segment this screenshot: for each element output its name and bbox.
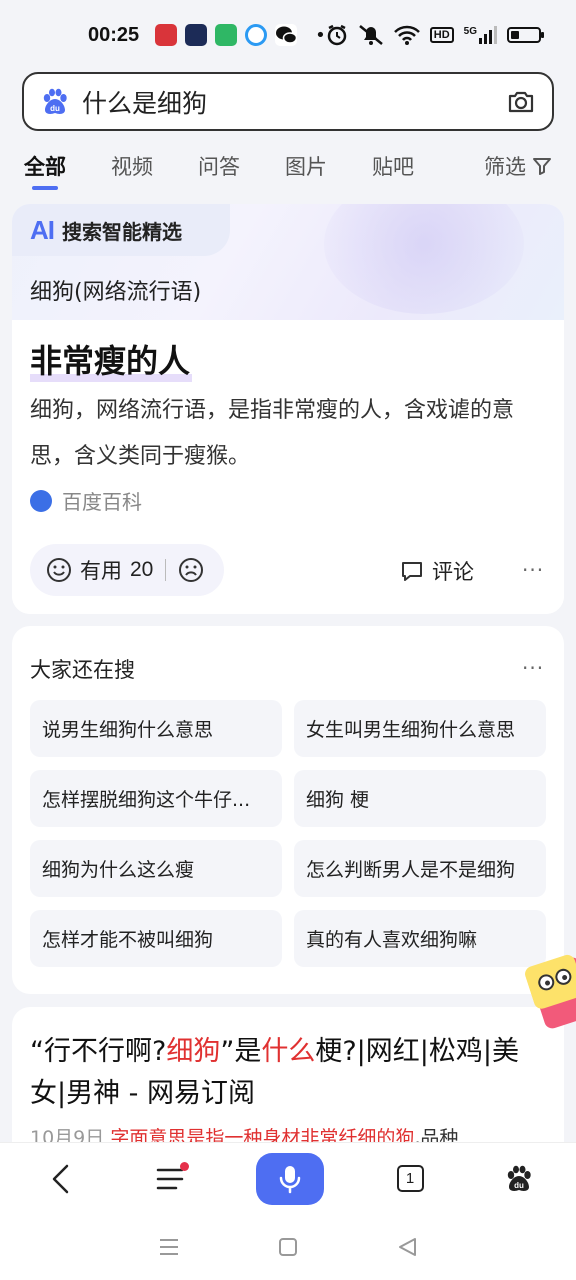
ai-source[interactable]: 百度百科 bbox=[30, 486, 142, 515]
smile-icon[interactable] bbox=[46, 557, 72, 583]
result-title-highlight: 细狗 bbox=[166, 1036, 221, 1067]
svg-text:du: du bbox=[514, 1181, 524, 1190]
ai-answer-card: AI 搜索智能精选 细狗(网络流行语) 非常瘦的人 细狗，网络流行语，是指非常瘦… bbox=[12, 204, 564, 614]
more-icon[interactable]: ··· bbox=[522, 558, 544, 582]
result-title-text: “行不行啊? bbox=[30, 1036, 167, 1067]
recent-apps-icon[interactable] bbox=[158, 1236, 180, 1258]
tab-video[interactable]: 视频 bbox=[111, 142, 153, 190]
wifi-icon bbox=[393, 25, 420, 45]
related-item[interactable]: 怎样才能不被叫细狗 bbox=[30, 910, 282, 967]
status-right: HD 5G bbox=[326, 24, 545, 46]
app-notification-icon bbox=[185, 24, 208, 46]
related-item[interactable]: 细狗 梗 bbox=[294, 770, 546, 827]
system-nav-bar bbox=[0, 1214, 576, 1280]
feedback-pill: 有用 20 bbox=[30, 544, 224, 596]
back-arrow-icon bbox=[52, 1164, 69, 1193]
microphone-icon bbox=[279, 1165, 301, 1193]
tabs-button[interactable]: 1 bbox=[387, 1156, 433, 1202]
baidu-home-button[interactable]: du bbox=[496, 1156, 542, 1202]
ai-headline: 非常瘦的人 bbox=[30, 336, 193, 382]
back-button[interactable] bbox=[38, 1156, 84, 1202]
tab-count-icon: 1 bbox=[396, 1165, 424, 1192]
search-input[interactable]: 什么是细狗 bbox=[82, 84, 506, 120]
status-app-icons: • bbox=[155, 24, 326, 46]
app-notification-icon bbox=[155, 24, 178, 46]
alarm-icon bbox=[327, 24, 347, 46]
hd-icon: HD bbox=[429, 27, 454, 43]
related-searches-card: 大家还在搜 ··· 说男生细狗什么意思 女生叫男生细狗什么意思 怎样摆脱细狗这个… bbox=[12, 626, 564, 994]
baike-icon bbox=[30, 489, 52, 512]
related-item[interactable]: 怎样摆脱细狗这个牛仔... bbox=[30, 770, 282, 827]
useful-label[interactable]: 有用 bbox=[80, 555, 122, 585]
status-bar: 00:25 • HD 5G bbox=[0, 0, 576, 70]
pill-divider bbox=[165, 559, 167, 581]
svg-text:du: du bbox=[50, 104, 60, 113]
mute-icon bbox=[358, 25, 383, 45]
ai-source-label: 百度百科 bbox=[62, 490, 142, 514]
tab-qa[interactable]: 问答 bbox=[198, 142, 240, 190]
related-item[interactable]: 细狗为什么这么瘦 bbox=[30, 840, 282, 897]
comment-label: 评论 bbox=[432, 560, 474, 584]
related-item[interactable]: 怎么判断男人是不是细狗 bbox=[294, 840, 546, 897]
battery-level bbox=[511, 31, 520, 39]
baidu-logo-icon: du bbox=[43, 88, 67, 114]
bottom-nav: 1 du bbox=[0, 1142, 576, 1214]
related-item[interactable]: 女生叫男生细狗什么意思 bbox=[294, 700, 546, 757]
voice-search-button[interactable] bbox=[256, 1152, 324, 1205]
home-icon[interactable] bbox=[277, 1236, 299, 1258]
more-icon[interactable]: ··· bbox=[522, 656, 544, 680]
baidu-paw-icon: du bbox=[507, 1165, 531, 1191]
signal-5g-icon: 5G bbox=[464, 26, 498, 44]
useful-count: 20 bbox=[130, 558, 154, 581]
ai-subject[interactable]: 细狗(网络流行语) bbox=[30, 274, 201, 306]
wechat-icon bbox=[275, 24, 298, 46]
related-item[interactable]: 说男生细狗什么意思 bbox=[30, 700, 282, 757]
menu-icon bbox=[156, 1168, 184, 1189]
ai-card-body: 非常瘦的人 细狗，网络流行语，是指非常瘦的人，含戏谑的意思，含义类同于瘦猴。 百… bbox=[12, 320, 564, 614]
system-back-icon[interactable] bbox=[396, 1236, 418, 1258]
result-title-text: ”是 bbox=[220, 1036, 262, 1067]
ai-card-header: AI 搜索智能精选 细狗(网络流行语) bbox=[12, 204, 564, 320]
ai-badge: AI 搜索智能精选 bbox=[12, 204, 230, 256]
ai-badge-label: 搜索智能精选 bbox=[62, 219, 182, 244]
related-item[interactable]: 真的有人喜欢细狗嘛 bbox=[294, 910, 546, 967]
related-grid: 说男生细狗什么意思 女生叫男生细狗什么意思 怎样摆脱细狗这个牛仔... 细狗 梗… bbox=[30, 700, 546, 967]
notification-dot bbox=[180, 1161, 189, 1171]
comment-icon bbox=[402, 562, 422, 581]
comment-button[interactable]: 评论 bbox=[400, 556, 474, 586]
app-notification-icon bbox=[245, 24, 268, 46]
tab-all[interactable]: 全部 bbox=[24, 142, 66, 190]
filter-label: 筛选 bbox=[484, 155, 526, 179]
app-notification-icon bbox=[215, 24, 238, 46]
search-box[interactable]: du 什么是细狗 bbox=[22, 72, 554, 131]
related-title: 大家还在搜 bbox=[30, 658, 135, 682]
search-tabs: 全部 视频 问答 图片 贴吧 筛选 bbox=[0, 140, 576, 192]
ai-logo-icon: AI bbox=[30, 214, 55, 245]
camera-icon[interactable] bbox=[506, 87, 536, 117]
result-title-highlight: 什么 bbox=[261, 1036, 316, 1067]
filter-icon bbox=[533, 158, 551, 175]
frown-icon[interactable] bbox=[178, 557, 204, 583]
filter-button[interactable]: 筛选 bbox=[484, 142, 552, 190]
menu-button[interactable] bbox=[147, 1156, 193, 1202]
ai-description: 细狗，网络流行语，是指非常瘦的人，含戏谑的意思，含义类同于瘦猴。 bbox=[30, 398, 515, 469]
result-title-link[interactable]: “行不行啊?细狗”是什么梗?|网红|松鸡|美女|男神 - 网易订阅 bbox=[30, 1031, 546, 1115]
tab-tieba[interactable]: 贴吧 bbox=[372, 142, 414, 190]
status-dot: • bbox=[315, 24, 326, 46]
battery-icon bbox=[507, 27, 545, 43]
tab-images[interactable]: 图片 bbox=[285, 142, 327, 190]
status-time: 00:25 bbox=[88, 23, 140, 46]
